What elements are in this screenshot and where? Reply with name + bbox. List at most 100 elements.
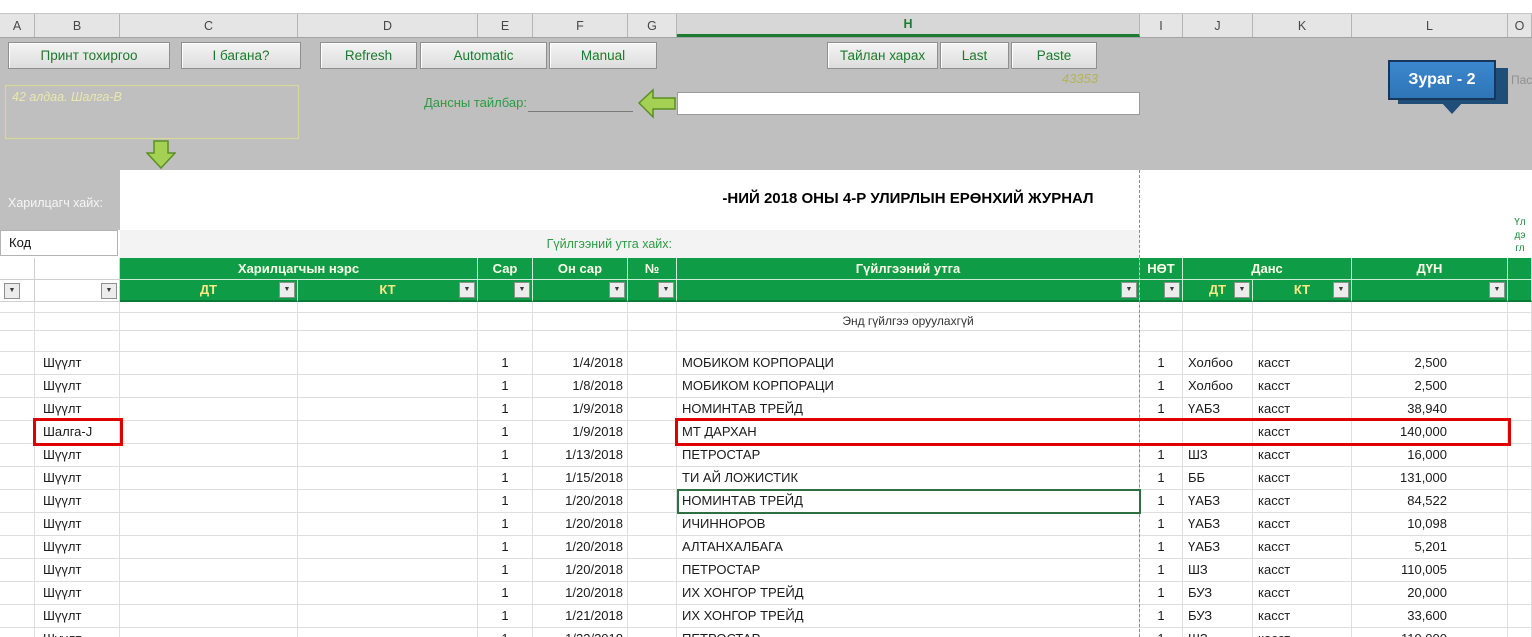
account-dt-cell[interactable]: ҮАБЗ bbox=[1183, 536, 1253, 559]
cell[interactable] bbox=[0, 398, 35, 421]
account-kt-cell[interactable]: касст bbox=[1253, 444, 1352, 467]
cell[interactable] bbox=[1508, 331, 1532, 352]
cell[interactable] bbox=[1508, 559, 1532, 582]
account-dt-cell[interactable]: Холбоо bbox=[1183, 352, 1253, 375]
col-header-month[interactable]: Сар bbox=[478, 258, 533, 280]
cell[interactable] bbox=[628, 605, 677, 628]
cell[interactable] bbox=[120, 513, 298, 536]
col-header-account[interactable]: Данс bbox=[1183, 258, 1352, 280]
description-cell[interactable]: ПЕТРОСТАР bbox=[677, 628, 1140, 637]
cell[interactable] bbox=[628, 559, 677, 582]
cell[interactable] bbox=[628, 582, 677, 605]
column-header-c[interactable]: C bbox=[120, 14, 298, 37]
cell[interactable] bbox=[478, 302, 533, 313]
col-header-vat[interactable]: НӨТ bbox=[1140, 258, 1183, 280]
cell[interactable] bbox=[298, 582, 478, 605]
automatic-button[interactable]: Automatic bbox=[420, 42, 547, 69]
cell[interactable] bbox=[628, 490, 677, 513]
month-cell[interactable]: 1 bbox=[478, 375, 533, 398]
cell[interactable] bbox=[1508, 513, 1532, 536]
cell[interactable] bbox=[1508, 444, 1532, 467]
filter-button[interactable]: ▼ bbox=[279, 282, 295, 298]
cell[interactable] bbox=[478, 313, 533, 331]
account-kt-cell[interactable]: касст bbox=[1253, 628, 1352, 637]
col-subheader-partner-dt[interactable]: ДТ▼ bbox=[120, 280, 298, 302]
date-cell[interactable]: 1/20/2018 bbox=[533, 559, 628, 582]
cell[interactable] bbox=[1183, 313, 1253, 331]
description-cell[interactable]: ИХ ХОНГОР ТРЕЙД bbox=[677, 582, 1140, 605]
cell[interactable] bbox=[1253, 302, 1352, 313]
col-subheader-partner-kt[interactable]: КТ▼ bbox=[298, 280, 478, 302]
account-kt-cell[interactable]: касст bbox=[1253, 375, 1352, 398]
description-cell[interactable]: ИЧИННОРОВ bbox=[677, 513, 1140, 536]
cell[interactable] bbox=[1508, 582, 1532, 605]
column-header-f[interactable]: F bbox=[533, 14, 628, 37]
filter-button[interactable]: ▼ bbox=[609, 282, 625, 298]
filter-status-cell[interactable]: Шүүлт bbox=[35, 513, 120, 536]
cell[interactable] bbox=[298, 421, 478, 444]
cell[interactable] bbox=[298, 605, 478, 628]
cell[interactable] bbox=[1352, 302, 1508, 313]
month-cell[interactable]: 1 bbox=[478, 398, 533, 421]
column-header-e[interactable]: E bbox=[478, 14, 533, 37]
vat-cell[interactable]: 1 bbox=[1140, 559, 1183, 582]
report-view-button[interactable]: Тайлан харах bbox=[827, 42, 938, 69]
cell[interactable] bbox=[1253, 313, 1352, 331]
cell[interactable] bbox=[120, 375, 298, 398]
cell[interactable] bbox=[0, 582, 35, 605]
paste-button[interactable]: Paste bbox=[1011, 42, 1097, 69]
cell[interactable] bbox=[1508, 302, 1532, 313]
cell[interactable] bbox=[1253, 331, 1352, 352]
filter-button[interactable]: ▼ bbox=[459, 282, 475, 298]
cell[interactable] bbox=[1140, 302, 1183, 313]
account-kt-cell[interactable]: касст bbox=[1253, 513, 1352, 536]
month-cell[interactable]: 1 bbox=[478, 467, 533, 490]
cell[interactable] bbox=[628, 421, 677, 444]
vat-cell[interactable]: 1 bbox=[1140, 467, 1183, 490]
description-cell[interactable]: МОБИКОМ КОРПОРАЦИ bbox=[677, 352, 1140, 375]
month-cell[interactable]: 1 bbox=[478, 513, 533, 536]
cell[interactable] bbox=[298, 444, 478, 467]
cell[interactable] bbox=[298, 331, 478, 352]
date-cell[interactable]: 1/23/2018 bbox=[533, 628, 628, 637]
cell[interactable] bbox=[1352, 331, 1508, 352]
month-cell[interactable]: 1 bbox=[478, 582, 533, 605]
cell[interactable] bbox=[628, 302, 677, 313]
cell[interactable] bbox=[298, 313, 478, 331]
filter-status-cell[interactable]: Шүүлт bbox=[35, 352, 120, 375]
col-header-partner-names[interactable]: Харилцагчын нэрс bbox=[120, 258, 478, 280]
amount-cell[interactable]: 84,522 bbox=[1352, 490, 1508, 513]
month-cell[interactable]: 1 bbox=[478, 444, 533, 467]
cell[interactable] bbox=[533, 302, 628, 313]
cell[interactable] bbox=[120, 352, 298, 375]
column-header-g[interactable]: G bbox=[628, 14, 677, 37]
month-cell[interactable]: 1 bbox=[478, 490, 533, 513]
cell[interactable] bbox=[120, 331, 298, 352]
vat-cell[interactable]: 1 bbox=[1140, 536, 1183, 559]
cell[interactable] bbox=[298, 398, 478, 421]
date-cell[interactable]: 1/13/2018 bbox=[533, 444, 628, 467]
manual-button[interactable]: Manual bbox=[549, 42, 657, 69]
cell[interactable] bbox=[35, 302, 120, 313]
account-kt-cell[interactable]: касст bbox=[1253, 605, 1352, 628]
date-cell[interactable]: 1/15/2018 bbox=[533, 467, 628, 490]
amount-cell[interactable]: 110,005 bbox=[1352, 559, 1508, 582]
print-settings-button[interactable]: Принт тохиргоо bbox=[8, 42, 170, 69]
month-cell[interactable]: 1 bbox=[478, 605, 533, 628]
description-cell[interactable]: АЛТАНХАЛБАГА bbox=[677, 536, 1140, 559]
filter-status-cell[interactable]: Шүүлт bbox=[35, 467, 120, 490]
account-kt-cell[interactable]: касст bbox=[1253, 467, 1352, 490]
kod-cell[interactable]: Код bbox=[0, 230, 118, 256]
vat-cell[interactable]: 1 bbox=[1140, 352, 1183, 375]
date-cell[interactable]: 1/20/2018 bbox=[533, 513, 628, 536]
cell[interactable] bbox=[298, 536, 478, 559]
cell[interactable] bbox=[298, 490, 478, 513]
col-header-amount[interactable]: ДҮН bbox=[1352, 258, 1508, 280]
cell[interactable] bbox=[120, 582, 298, 605]
filter-status-cell[interactable]: Шүүлт bbox=[35, 444, 120, 467]
month-cell[interactable]: 1 bbox=[478, 536, 533, 559]
cell[interactable] bbox=[533, 331, 628, 352]
col-subheader-account-dt[interactable]: ДТ▼ bbox=[1183, 280, 1253, 302]
cell[interactable] bbox=[0, 331, 35, 352]
cell[interactable] bbox=[0, 490, 35, 513]
